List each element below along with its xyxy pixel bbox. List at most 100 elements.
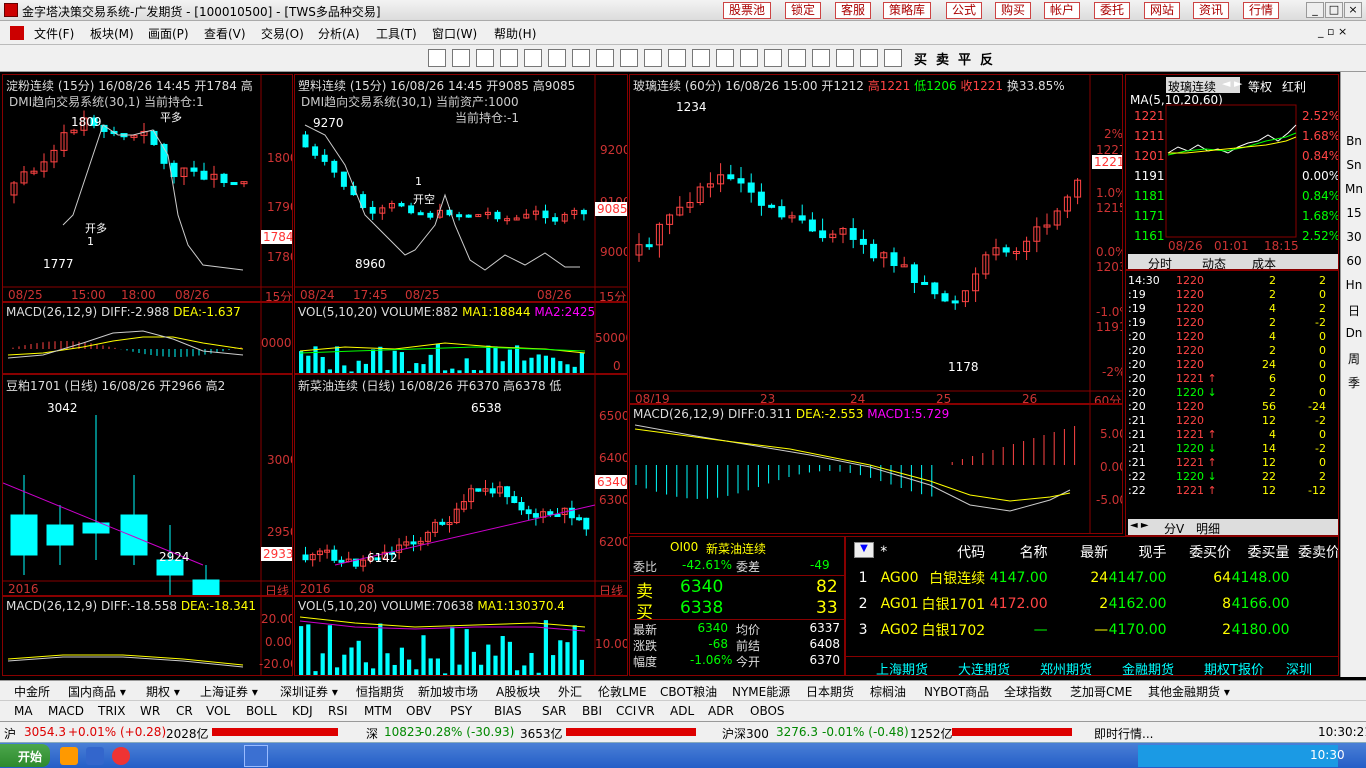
indicator-button[interactable]: OBV	[406, 704, 432, 718]
indicator-button[interactable]: ADL	[670, 704, 694, 718]
top-button[interactable]: 购买	[995, 2, 1032, 19]
chart-panel-plastic[interactable]: 塑料连续 (15分) 16/08/26 14:45 开9085 高9085 DM…	[294, 74, 628, 302]
market-group-tab[interactable]: 期权 ▾	[146, 683, 180, 700]
market-group-tab[interactable]: NYME能源	[732, 683, 790, 700]
indicator-button[interactable]: WR	[140, 704, 160, 718]
sell-button[interactable]: 卖	[936, 49, 949, 68]
toolbar-tool-icon[interactable]	[644, 49, 662, 67]
mini-subtab[interactable]: 成本	[1252, 255, 1276, 269]
indicator-button[interactable]: CR	[176, 704, 193, 718]
chart-panel-soymeal[interactable]: 豆粕1701 (日线) 16/08/26 开2966 高2 3000 2950 …	[2, 374, 293, 596]
macd-panel-glass[interactable]: MACD(26,12,9) DIFF:0.311 DEA:-2.553 MACD…	[629, 404, 1123, 534]
market-tab[interactable]: 上海期货	[876, 659, 928, 675]
table-row[interactable]: 1 AG00 白银连续 4147.00 24 4147.00 64 4148.00	[846, 565, 1338, 591]
period-button[interactable]: 30	[1344, 230, 1364, 244]
mini-subtab[interactable]: 分时	[1148, 255, 1172, 269]
market-group-tab[interactable]: NYBOT商品	[924, 683, 989, 700]
top-button[interactable]: 策略库	[883, 2, 932, 19]
market-group-tab[interactable]: 恒指期货	[356, 683, 404, 700]
market-group-tab[interactable]: 伦敦LME	[598, 683, 647, 700]
period-button[interactable]: Dn	[1344, 326, 1364, 340]
top-button[interactable]: 网站	[1144, 2, 1181, 19]
column-header[interactable]: 委卖价	[1290, 539, 1338, 565]
top-button[interactable]: 客服	[835, 2, 872, 19]
indicator-button[interactable]: MTM	[364, 704, 392, 718]
top-button[interactable]: 资讯	[1193, 2, 1230, 19]
toolbar-tool-icon[interactable]	[836, 49, 854, 67]
market-group-tab[interactable]: 国内商品 ▾	[68, 683, 126, 700]
period-button[interactable]: Bn	[1344, 134, 1364, 148]
table-row[interactable]: 3 AG02 白银1702— —4170.00 2 4180.00	[846, 617, 1338, 643]
column-header[interactable]: 委买价	[1167, 539, 1231, 565]
market-group-tab[interactable]: 其他金融期货 ▾	[1148, 683, 1230, 700]
app-icon[interactable]	[112, 747, 130, 765]
tick-tab[interactable]: 明细	[1196, 520, 1220, 535]
macd-panel-soymeal[interactable]: MACD(26,12,9) DIFF:-18.558 DEA:-18.341 2…	[2, 596, 293, 676]
indicator-button[interactable]: ADR	[708, 704, 734, 718]
menu-item[interactable]: 画面(P)	[148, 25, 189, 42]
macd-panel-starch[interactable]: MACD(26,12,9) DIFF:-2.988 DEA:-1.637 000…	[2, 302, 293, 374]
column-header[interactable]: 最新	[1048, 539, 1108, 565]
market-tab[interactable]: 大连期货	[958, 659, 1010, 675]
toolbar-tool-icon[interactable]	[860, 49, 878, 67]
market-group-tab[interactable]: 深圳证券 ▾	[280, 683, 338, 700]
column-header[interactable]: *	[880, 539, 918, 565]
indicator-button[interactable]: MACD	[48, 704, 84, 718]
top-button[interactable]: 股票池	[723, 2, 772, 19]
market-group-tab[interactable]: A股板块	[496, 683, 540, 700]
period-button[interactable]: Hn	[1344, 278, 1364, 292]
market-group-tab[interactable]: 上海证券 ▾	[200, 683, 258, 700]
menu-item[interactable]: 帮助(H)	[494, 25, 536, 42]
menu-item[interactable]: 工具(T)	[376, 25, 417, 42]
trading-app-icon[interactable]	[244, 745, 268, 767]
flat-button[interactable]: 平	[958, 49, 971, 68]
chart-panel-starch[interactable]: 淀粉连续 (15分) 16/08/26 14:45 开1784 高 DMI趋向交…	[2, 74, 293, 302]
toolbar-tool-icon[interactable]	[764, 49, 782, 67]
market-group-tab[interactable]: 外汇	[558, 683, 582, 700]
toolbar-tool-icon[interactable]	[884, 49, 902, 67]
toolbar-tool-icon[interactable]	[596, 49, 614, 67]
column-header[interactable]: 现手	[1108, 539, 1167, 565]
menu-item[interactable]: 板块(M)	[90, 25, 134, 42]
market-tab[interactable]: 期权T报价	[1204, 659, 1264, 675]
menu-item[interactable]: 分析(A)	[318, 25, 360, 42]
toolbar-tool-icon[interactable]	[500, 49, 518, 67]
toolbar-tool-icon[interactable]	[476, 49, 494, 67]
mini-subtab[interactable]: 动态	[1202, 255, 1226, 269]
menu-item[interactable]: 文件(F)	[34, 25, 74, 42]
table-row[interactable]: 2 AG01 白银1701 4172.00 2 4162.00 8 4166.00	[846, 591, 1338, 617]
indicator-button[interactable]: RSI	[328, 704, 348, 718]
minimize-button[interactable]: _	[1306, 2, 1324, 18]
period-button[interactable]: 周	[1344, 350, 1364, 367]
toolbar-tool-icon[interactable]	[668, 49, 686, 67]
toolbar-tool-icon[interactable]	[788, 49, 806, 67]
toolbar-tool-icon[interactable]	[740, 49, 758, 67]
reverse-button[interactable]: 反	[980, 49, 993, 68]
period-button[interactable]: Sn	[1344, 158, 1364, 172]
toolbar-tool-icon[interactable]	[548, 49, 566, 67]
market-group-tab[interactable]: 芝加哥CME	[1070, 683, 1132, 700]
indicator-button[interactable]: VR	[638, 704, 655, 718]
column-header[interactable]: 名称	[985, 539, 1048, 565]
indicator-button[interactable]: KDJ	[292, 704, 313, 718]
top-button[interactable]: 锁定	[785, 2, 822, 19]
toolbar-tool-icon[interactable]	[692, 49, 710, 67]
toolbar-tool-icon[interactable]	[572, 49, 590, 67]
maximize-button[interactable]: □	[1325, 2, 1343, 18]
market-tab[interactable]: 郑州期货	[1040, 659, 1092, 675]
toolbar-tool-icon[interactable]	[716, 49, 734, 67]
indicator-button[interactable]: VOL	[206, 704, 230, 718]
market-group-tab[interactable]: 日本期货	[806, 683, 854, 700]
column-header[interactable]: 委买量	[1231, 539, 1290, 565]
volume-panel-plastic[interactable]: VOL(5,10,20) VOLUME:882 MA1:18844 MA2:24…	[294, 302, 628, 374]
indicator-button[interactable]: SAR	[542, 704, 566, 718]
indicator-button[interactable]: CCI	[616, 704, 636, 718]
menu-item[interactable]: 交易(O)	[261, 25, 304, 42]
toolbar-tool-icon[interactable]	[428, 49, 446, 67]
market-group-tab[interactable]: 棕榈油	[870, 683, 906, 700]
mdi-controls[interactable]: _ ▫ ×	[1318, 25, 1347, 38]
chart-panel-rapeseed-oil[interactable]: 新菜油连续 (日线) 16/08/26 开6370 高6378 低 6500 6…	[294, 374, 628, 596]
indicator-button[interactable]: BIAS	[494, 704, 522, 718]
top-button[interactable]: 帐户	[1044, 2, 1081, 19]
top-button[interactable]: 公式	[946, 2, 983, 19]
